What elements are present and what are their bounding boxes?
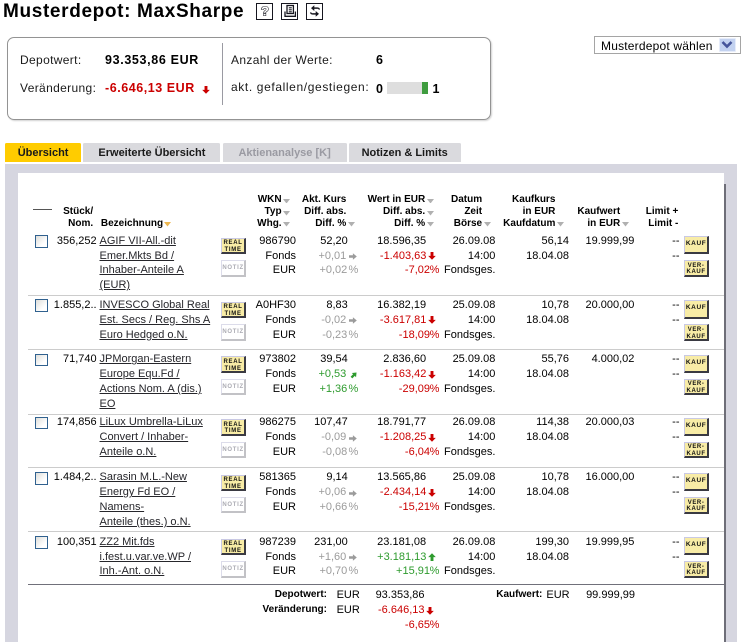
- svg-text:?: ?: [261, 4, 269, 18]
